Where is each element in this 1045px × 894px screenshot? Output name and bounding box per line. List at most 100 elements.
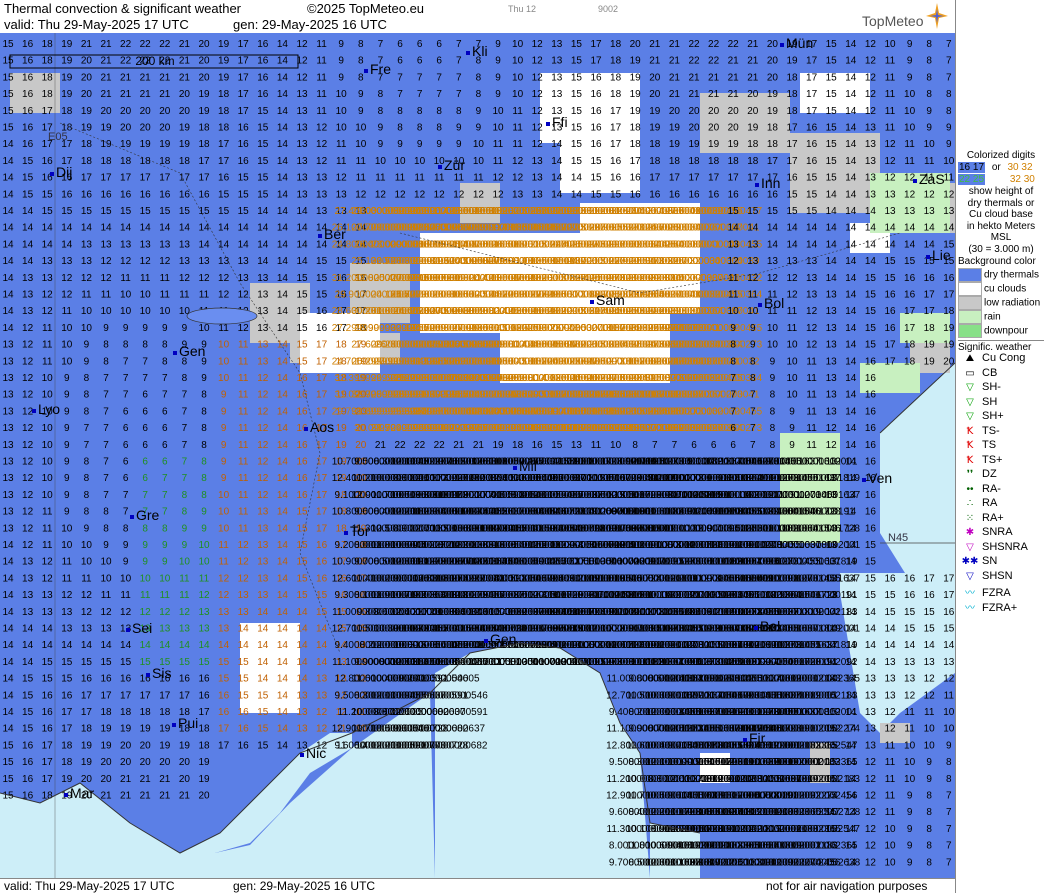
thermal-digit: 8 bbox=[162, 356, 168, 367]
thermal-digit: 18 bbox=[610, 72, 622, 83]
city-marker[interactable]: Aos bbox=[304, 419, 334, 435]
thermal-digit: 26.30000000000041 bbox=[668, 223, 760, 234]
thermal-digit: 21 bbox=[100, 56, 112, 67]
thermal-digit: 14 bbox=[2, 306, 14, 317]
thermal-digit: 11.000000000000682 bbox=[391, 740, 488, 751]
thermal-digit: 17 bbox=[316, 390, 328, 401]
thermal-digit: 21 bbox=[140, 774, 152, 785]
city-marker[interactable]: Pui bbox=[172, 715, 198, 731]
thermal-digit: 20 bbox=[120, 106, 132, 117]
thermal-digit: 17 bbox=[316, 356, 328, 367]
thermal-digit: 14 bbox=[865, 607, 877, 618]
thermal-digit: 12 bbox=[22, 390, 34, 401]
thermal-digit: 20 bbox=[728, 106, 740, 117]
legend-sample-dry: 16 17 bbox=[958, 162, 986, 173]
thermal-digit: 19 bbox=[81, 123, 93, 134]
thermal-digit: 17 bbox=[316, 457, 328, 468]
thermal-digit: 8 bbox=[201, 490, 207, 501]
city-marker[interactable]: Kli bbox=[466, 43, 488, 59]
city-marker[interactable]: Inn bbox=[755, 175, 780, 191]
thermal-digit: 12 bbox=[22, 523, 34, 534]
city-marker[interactable]: Dij bbox=[50, 164, 72, 180]
legend-wx-label: RA bbox=[982, 497, 998, 509]
thermal-digit: 13 bbox=[218, 256, 230, 267]
thermal-digit: 9 bbox=[750, 323, 756, 334]
city-label: Lie bbox=[932, 247, 951, 263]
thermal-digit: 18 bbox=[198, 724, 210, 735]
thermal-digit: 15 bbox=[238, 206, 250, 217]
thermal-digit: 12 bbox=[100, 607, 112, 618]
thermal-digit: 7 bbox=[730, 373, 736, 384]
thermal-digit: 14 bbox=[728, 223, 740, 234]
city-marker[interactable]: Gre bbox=[130, 507, 160, 523]
city-marker[interactable]: Lyo bbox=[32, 401, 60, 417]
thermal-digit: 18 bbox=[512, 440, 524, 451]
thermal-digit: 9 bbox=[182, 523, 188, 534]
city-marker[interactable]: Mün bbox=[780, 35, 813, 51]
thermal-digit: 12 bbox=[238, 573, 250, 584]
thermal-digit: 16 bbox=[22, 740, 34, 751]
thermal-digit: 14 bbox=[845, 740, 857, 751]
thermal-digit: 14 bbox=[845, 290, 857, 301]
thermal-digit: 8 bbox=[103, 507, 109, 518]
legend-wx-item: ▽ SH bbox=[958, 396, 997, 408]
thermal-digit: 14 bbox=[296, 607, 308, 618]
thermal-digit: 18 bbox=[630, 123, 642, 134]
thermal-digit: 18 bbox=[81, 724, 93, 735]
thermal-digit: 19 bbox=[218, 39, 230, 50]
city-marker[interactable]: Fre bbox=[364, 61, 391, 77]
thermal-digit: 11 bbox=[512, 106, 523, 117]
thermal-digit: 8 bbox=[142, 340, 148, 351]
thermal-digit: 16 bbox=[238, 740, 250, 751]
thermal-digit: 16 bbox=[296, 457, 308, 468]
thermal-digit: 7 bbox=[672, 440, 678, 451]
thermal-digit: 14 bbox=[277, 156, 289, 167]
thermal-digit: 19 bbox=[747, 123, 759, 134]
thermal-digit: 16 bbox=[904, 290, 916, 301]
thermal-digit: 12 bbox=[42, 290, 54, 301]
thermal-digit: 16 bbox=[296, 440, 308, 451]
thermal-digit: 14 bbox=[865, 640, 877, 651]
thermal-digit: 20 bbox=[630, 39, 642, 50]
thermal-digit: 8 bbox=[926, 72, 932, 83]
thermal-digit: 12 bbox=[865, 857, 877, 868]
thermal-digit: 14 bbox=[845, 707, 857, 718]
thermal-digit: 14 bbox=[551, 189, 563, 200]
thermal-digit: 13 bbox=[865, 690, 877, 701]
thermal-digit: 10 bbox=[904, 106, 916, 117]
thermal-digit: 16 bbox=[865, 406, 877, 417]
thermal-digit: 19 bbox=[198, 106, 210, 117]
thermal-digit: 20 bbox=[159, 123, 171, 134]
thermal-digit: 16 bbox=[688, 189, 700, 200]
thermal-digit: 19 bbox=[218, 56, 230, 67]
thermal-digit: 9 bbox=[221, 457, 227, 468]
thermal-digit: 13 bbox=[806, 290, 818, 301]
legend-wx-label: SH bbox=[982, 395, 998, 408]
thermal-digit: 17 bbox=[943, 590, 955, 601]
thermal-digit: 18 bbox=[120, 707, 132, 718]
legend-wx-label: SN bbox=[982, 555, 998, 567]
thermal-digit: 11 bbox=[218, 557, 229, 568]
thermal-digit: 9 bbox=[907, 857, 913, 868]
thermal-digit: 14 bbox=[2, 239, 14, 250]
thermal-digit: 28.80000000000041 bbox=[668, 306, 760, 317]
thermal-digit: 14 bbox=[218, 239, 230, 250]
thermal-digit: 12 bbox=[865, 106, 877, 117]
forecast-map[interactable]: 15 16 18 19 21 21 22 22 22 21 20 19 17 16 14 12 11 9 8 7 6 6 6… bbox=[0, 33, 955, 878]
thermal-digit: 11 bbox=[62, 557, 73, 568]
city-marker[interactable]: Sam bbox=[590, 292, 625, 308]
city-marker[interactable]: Tor bbox=[344, 523, 370, 539]
thermal-digit: 9 bbox=[358, 106, 364, 117]
thermal-digit: 22 bbox=[708, 39, 720, 50]
thermal-digit: 7 bbox=[182, 406, 188, 417]
thermal-digit: 17 bbox=[924, 290, 936, 301]
thermal-digit: 12 bbox=[22, 373, 34, 384]
city-marker[interactable]: Gen bbox=[173, 343, 205, 359]
thermal-digit: 17 bbox=[42, 740, 54, 751]
thermal-digit: 20 bbox=[728, 123, 740, 134]
thermal-digit: 15 bbox=[826, 857, 838, 868]
thermal-digit: 17 bbox=[806, 72, 818, 83]
thermal-digit: 7 bbox=[162, 373, 168, 384]
thermal-digit: 10 bbox=[42, 423, 54, 434]
thermal-digit: 16 bbox=[865, 507, 877, 518]
